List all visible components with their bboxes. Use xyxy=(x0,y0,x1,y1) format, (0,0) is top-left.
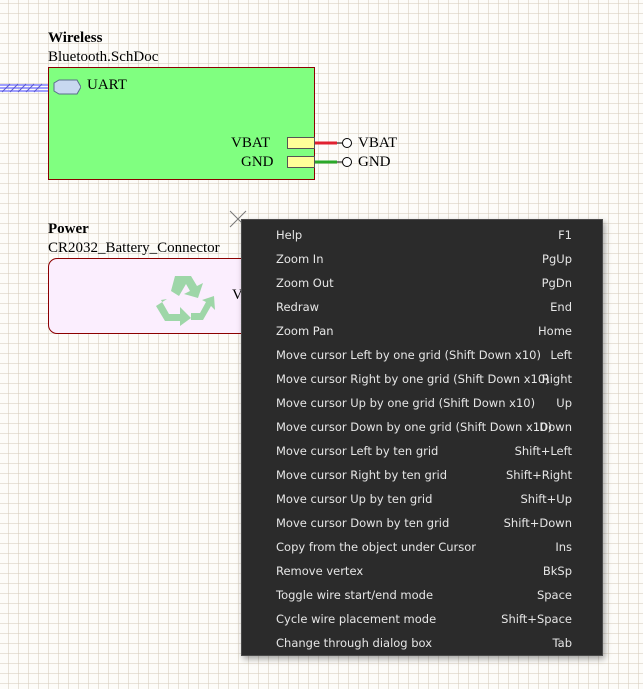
menu-item-shortcut: Shift+Down xyxy=(503,516,572,530)
menu-item-label: Zoom In xyxy=(276,252,324,266)
menu-item-move-up-one[interactable]: Move cursor Up by one grid (Shift Down x… xyxy=(242,391,602,415)
menu-item-shortcut: End xyxy=(550,300,572,314)
net-label-gnd[interactable]: GND xyxy=(358,154,391,171)
menu-item-label: Copy from the object under Cursor xyxy=(276,540,477,554)
vbat-wire[interactable] xyxy=(315,137,355,151)
menu-item-shortcut: Tab xyxy=(552,636,572,650)
menu-item-move-left-ten[interactable]: Move cursor Left by ten grid Shift+Left xyxy=(242,439,602,463)
sheet-entry-gnd[interactable] xyxy=(287,156,315,168)
menu-item-toggle-wire-mode[interactable]: Toggle wire start/end mode Space xyxy=(242,583,602,607)
menu-item-shortcut: F1 xyxy=(558,228,572,242)
wireless-sheet-title[interactable]: Wireless xyxy=(48,30,102,47)
menu-item-shortcut: Down xyxy=(539,420,572,434)
menu-item-remove-vertex[interactable]: Remove vertex BkSp xyxy=(242,559,602,583)
menu-item-shortcut: Up xyxy=(556,396,572,410)
menu-item-copy-under-cursor[interactable]: Copy from the object under Cursor Ins xyxy=(242,535,602,559)
menu-item-shortcut: BkSp xyxy=(542,564,572,578)
menu-item-shortcut: Shift+Right xyxy=(505,468,572,482)
menu-item-zoom-in[interactable]: Zoom In PgUp xyxy=(242,247,602,271)
menu-item-label: Help xyxy=(276,228,303,242)
menu-item-move-down-one[interactable]: Move cursor Down by one grid (Shift Down… xyxy=(242,415,602,439)
menu-item-zoom-pan[interactable]: Zoom Pan Home xyxy=(242,319,602,343)
menu-item-shortcut: Shift+Space xyxy=(501,612,572,626)
menu-item-label: Toggle wire start/end mode xyxy=(276,588,434,602)
menu-item-label: Move cursor Right by one grid (Shift Dow… xyxy=(276,372,550,386)
menu-item-label: Move cursor Down by ten grid xyxy=(276,516,450,530)
menu-item-label: Zoom Out xyxy=(276,276,334,290)
menu-item-dialog-box[interactable]: Change through dialog box Tab xyxy=(242,631,602,655)
menu-item-shortcut: Shift+Up xyxy=(520,492,573,506)
uart-port-icon[interactable] xyxy=(53,79,81,95)
menu-item-label: Move cursor Down by one grid (Shift Down… xyxy=(276,420,552,434)
wireless-sheet-symbol[interactable]: UART VBAT GND xyxy=(48,67,315,180)
menu-item-shortcut: Ins xyxy=(555,540,572,554)
uart-port-label: UART xyxy=(87,77,127,93)
entry-gnd-label: GND xyxy=(241,154,274,170)
menu-item-cycle-placement-mode[interactable]: Cycle wire placement mode Shift+Space xyxy=(242,607,602,631)
menu-item-shortcut: PgUp xyxy=(542,252,572,266)
menu-item-shortcut: PgDn xyxy=(541,276,572,290)
menu-item-label: Cycle wire placement mode xyxy=(276,612,437,626)
menu-item-shortcut: Home xyxy=(538,324,572,338)
menu-item-move-left-one[interactable]: Move cursor Left by one grid (Shift Down… xyxy=(242,343,602,367)
power-sheet-title[interactable]: Power xyxy=(48,221,89,238)
menu-item-label: Move cursor Left by one grid (Shift Down… xyxy=(276,348,541,362)
menu-item-shortcut: Right xyxy=(541,372,572,386)
menu-item-move-up-ten[interactable]: Move cursor Up by ten grid Shift+Up xyxy=(242,487,602,511)
menu-item-move-right-ten[interactable]: Move cursor Right by ten grid Shift+Right xyxy=(242,463,602,487)
power-sheet-file[interactable]: CR2032_Battery_Connector xyxy=(48,240,220,257)
recycle-icon xyxy=(156,276,215,326)
menu-item-shortcut: Shift+Left xyxy=(514,444,572,458)
power-sheet-symbol[interactable]: V xyxy=(48,258,268,334)
menu-item-zoom-out[interactable]: Zoom Out PgDn xyxy=(242,271,602,295)
menu-item-label: Zoom Pan xyxy=(276,324,334,338)
menu-item-help[interactable]: Help F1 xyxy=(242,223,602,247)
menu-item-label: Move cursor Right by ten grid xyxy=(276,468,447,482)
entry-vbat-label: VBAT xyxy=(231,135,271,151)
net-label-vbat[interactable]: VBAT xyxy=(358,135,397,152)
gnd-wire[interactable] xyxy=(315,156,355,170)
menu-item-label: Change through dialog box xyxy=(276,636,433,650)
menu-item-shortcut: Space xyxy=(536,588,572,602)
context-menu: Help F1 Zoom In PgUp Zoom Out PgDn Redraw En… xyxy=(241,219,603,656)
menu-item-move-down-ten[interactable]: Move cursor Down by ten grid Shift+Down xyxy=(242,511,602,535)
menu-item-label: Remove vertex xyxy=(276,564,364,578)
menu-item-label: Move cursor Up by one grid (Shift Down x… xyxy=(276,396,536,410)
menu-item-label: Move cursor Up by ten grid xyxy=(276,492,433,506)
menu-item-label: Move cursor Left by ten grid xyxy=(276,444,439,458)
menu-item-move-right-one[interactable]: Move cursor Right by one grid (Shift Dow… xyxy=(242,367,602,391)
sheet-entry-vbat[interactable] xyxy=(287,137,315,149)
menu-item-label: Redraw xyxy=(276,300,320,314)
menu-item-redraw[interactable]: Redraw End xyxy=(242,295,602,319)
wireless-sheet-file[interactable]: Bluetooth.SchDoc xyxy=(48,49,158,66)
menu-item-shortcut: Left xyxy=(550,348,572,362)
